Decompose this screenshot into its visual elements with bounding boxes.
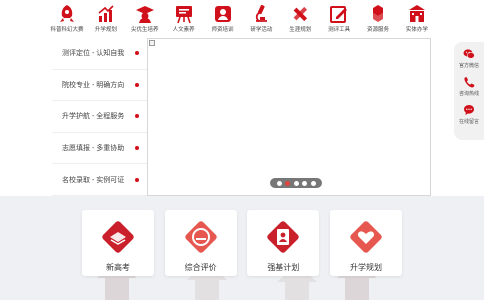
carousel-dot-2[interactable] [285, 180, 290, 186]
menu-item-escort[interactable]: 升学护航 - 全程服务 [52, 101, 147, 133]
rocket-icon [56, 4, 78, 24]
card-strong-foundation[interactable]: 强基计划 [247, 210, 320, 276]
nav-item-label: 生涯规划 [289, 27, 312, 33]
nav-item-teacher-training[interactable]: 师资培训 [208, 4, 238, 36]
card-label: 新高考 [106, 263, 130, 272]
carousel-pager [270, 178, 322, 188]
menu-item-label: 院校专业 - 明确方向 [62, 81, 125, 89]
nav-item-assessment-tools[interactable]: 测评工具 [324, 4, 354, 36]
nav-item-label: 资源服务 [366, 27, 389, 33]
card-admission-planning[interactable]: 升学规划 [329, 210, 402, 276]
service-cards: 新高考 综合评价 强基计划 升学规划 [82, 210, 402, 276]
nav-item-label: 升学规划 [94, 27, 117, 33]
menu-item-label: 名校录取 - 实例可证 [62, 176, 125, 184]
card-comprehensive-evaluation[interactable]: 综合评价 [164, 210, 237, 276]
nav-item-admission-planning[interactable]: 升学规划 [91, 4, 121, 36]
menu-item-assessment[interactable]: 测评定位 - 认知自我 [52, 38, 147, 70]
menu-item-label: 测评定位 - 认知自我 [62, 50, 125, 58]
sidebar-item-message[interactable]: 在线留言 [459, 104, 479, 125]
card-label: 综合评价 [184, 263, 217, 272]
nav-item-label: 师资培训 [211, 27, 234, 33]
carousel-dot-1[interactable] [276, 180, 282, 186]
pencil-ruler-icon [289, 4, 311, 24]
chat-bubble-icon [463, 105, 474, 115]
nav-item-label: 尖优生培养 [130, 27, 159, 33]
bullet-dot-icon [135, 146, 139, 151]
banner-carousel[interactable] [147, 38, 431, 196]
card-new-gaokao[interactable]: 新高考 [82, 210, 154, 276]
carousel-dot-4[interactable] [302, 180, 307, 186]
nav-item-resources[interactable]: 资源服务 [363, 4, 393, 36]
nav-item-label: 科普科幻大赛 [50, 27, 84, 33]
nav-item-humanities[interactable]: 人文素养 [169, 4, 199, 36]
nav-item-label: 实体办学 [405, 27, 428, 33]
school-building-icon [406, 4, 428, 24]
menu-item-application[interactable]: 志愿填报 - 多重协助 [52, 133, 147, 165]
bullet-dot-icon [135, 114, 139, 119]
teacher-icon [212, 4, 234, 24]
nav-item-top-students[interactable]: 尖优生培养 [130, 4, 160, 36]
microscope-icon [250, 4, 272, 24]
growth-chart-icon [95, 4, 117, 24]
gaokao-diamond-icon [102, 221, 134, 253]
wechat-icon [463, 49, 475, 59]
id-card-icon [267, 221, 300, 253]
bullet-dot-icon [135, 177, 139, 182]
service-section: 新高考 综合评价 强基计划 升学规划 [0, 196, 484, 300]
graduate-cap-icon [134, 4, 156, 24]
sidebar-item-label: 在线留言 [458, 119, 479, 125]
sidebar-item-hotline[interactable]: 咨询热线 [459, 76, 479, 97]
card-label: 升学规划 [349, 263, 382, 272]
nav-item-science-contest[interactable]: 科普科幻大赛 [50, 4, 84, 36]
carousel-dot-3[interactable] [293, 180, 299, 186]
menu-item-label: 志愿填报 - 多重协助 [62, 145, 125, 153]
nav-item-label: 研学活动 [250, 27, 273, 33]
carousel-dot-5[interactable] [310, 180, 316, 186]
evaluation-icon [184, 221, 217, 253]
phone-icon [464, 77, 475, 88]
easel-board-icon [173, 4, 195, 24]
nav-item-schooling[interactable]: 实体办学 [402, 4, 432, 36]
menu-item-majors[interactable]: 院校专业 - 明确方向 [52, 70, 147, 102]
nav-item-label: 测评工具 [328, 27, 351, 33]
bullet-dot-icon [135, 51, 139, 56]
nav-item-career-planning[interactable]: 生涯规划 [285, 4, 315, 36]
menu-item-admission-cases[interactable]: 名校录取 - 实例可证 [52, 164, 147, 196]
planning-heart-icon [350, 221, 382, 253]
card-label: 强基计划 [267, 263, 300, 272]
floating-contact-bar: 官方微信 咨询热线 在线留言 [454, 42, 484, 140]
sidebar-item-label: 咨询热线 [458, 91, 479, 97]
sidebar-item-label: 官方微信 [458, 63, 479, 69]
cubes-icon [367, 4, 389, 24]
edit-form-icon [328, 4, 350, 24]
menu-item-label: 升学护航 - 全程服务 [62, 113, 125, 121]
left-menu: 测评定位 - 认知自我 院校专业 - 明确方向 升学护航 - 全程服务 志愿填报… [52, 38, 147, 196]
top-nav: 科普科幻大赛 升学规划 尖优生培养 人文素养 师资培训 研学活动 生涯规划 测评… [50, 4, 432, 36]
nav-item-label: 人文素养 [172, 27, 195, 33]
sidebar-item-wechat[interactable]: 官方微信 [459, 48, 479, 69]
nav-item-study-tour[interactable]: 研学活动 [246, 4, 276, 36]
bullet-dot-icon [135, 82, 139, 87]
broken-image-icon [149, 40, 155, 46]
